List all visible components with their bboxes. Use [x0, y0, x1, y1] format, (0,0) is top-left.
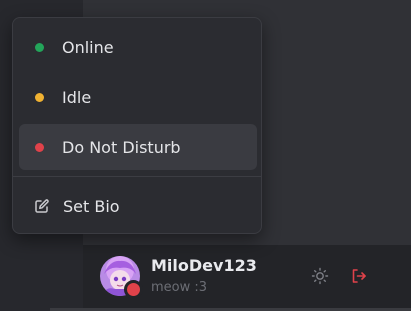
set-bio-label: Set Bio [63, 196, 120, 216]
dnd-status-dot-icon [35, 142, 44, 152]
theme-toggle-button[interactable] [310, 266, 330, 286]
logout-button[interactable] [349, 266, 369, 286]
status-menu: Online Idle Do Not Disturb Set Bio [12, 17, 262, 234]
set-bio-button[interactable]: Set Bio [19, 183, 257, 229]
menu-divider [13, 176, 261, 177]
status-option-online[interactable]: Online [19, 24, 257, 70]
sun-icon [311, 267, 329, 285]
status-option-label: Online [62, 37, 114, 57]
logout-icon [350, 267, 368, 285]
edit-icon [34, 198, 50, 214]
status-option-label: Idle [62, 87, 92, 107]
status-option-label: Do Not Disturb [62, 137, 181, 157]
status-option-do-not-disturb[interactable]: Do Not Disturb [19, 124, 257, 170]
dnd-status-badge [124, 280, 143, 299]
user-bio: meow :3 [151, 280, 208, 295]
online-status-dot-icon [35, 42, 44, 52]
user-avatar-button[interactable] [100, 256, 143, 299]
idle-status-dot-icon [35, 92, 44, 102]
username: MiloDev123 [151, 256, 257, 275]
status-option-idle[interactable]: Idle [19, 74, 257, 120]
